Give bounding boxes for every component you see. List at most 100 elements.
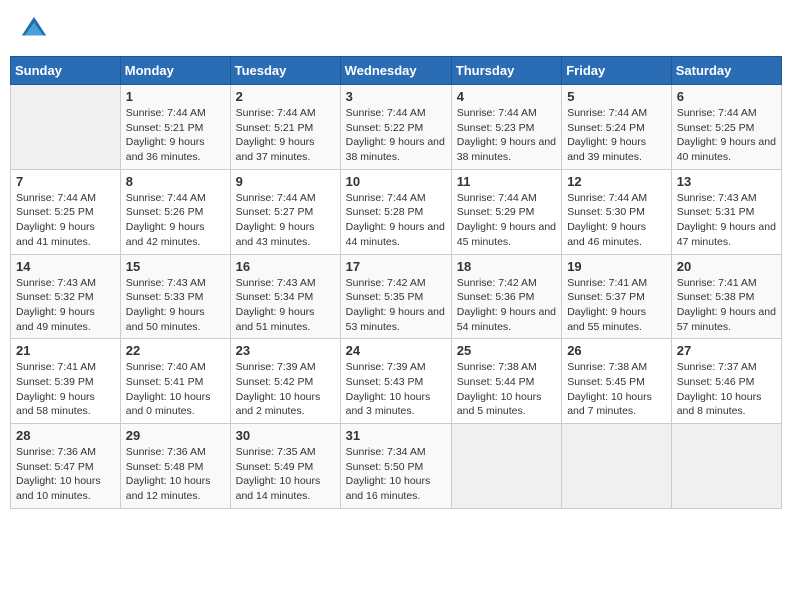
calendar-week-row: 1 Sunrise: 7:44 AMSunset: 5:21 PMDaylight… xyxy=(11,85,782,170)
day-number: 1 xyxy=(126,89,225,104)
day-detail: Sunrise: 7:44 AMSunset: 5:28 PMDaylight:… xyxy=(346,191,446,250)
day-number: 23 xyxy=(236,343,335,358)
calendar-cell: 9 Sunrise: 7:44 AMSunset: 5:27 PMDaylight… xyxy=(230,169,340,254)
calendar-cell: 28 Sunrise: 7:36 AMSunset: 5:47 PMDayligh… xyxy=(11,424,121,509)
day-detail: Sunrise: 7:44 AMSunset: 5:25 PMDaylight:… xyxy=(16,191,115,250)
weekday-header: Friday xyxy=(562,57,672,85)
day-detail: Sunrise: 7:43 AMSunset: 5:33 PMDaylight:… xyxy=(126,276,225,335)
page-header xyxy=(10,10,782,48)
day-number: 25 xyxy=(457,343,556,358)
day-number: 12 xyxy=(567,174,666,189)
calendar-cell: 15Sunrise: 7:43 AMSunset: 5:33 PMDayligh… xyxy=(120,254,230,339)
day-detail: Sunrise: 7:40 AMSunset: 5:41 PMDaylight:… xyxy=(126,360,225,419)
day-detail: Sunrise: 7:39 AMSunset: 5:42 PMDaylight:… xyxy=(236,360,335,419)
calendar-cell: 2 Sunrise: 7:44 AMSunset: 5:21 PMDaylight… xyxy=(230,85,340,170)
day-detail: Sunrise: 7:41 AMSunset: 5:39 PMDaylight:… xyxy=(16,360,115,419)
day-detail: Sunrise: 7:44 AMSunset: 5:21 PMDaylight:… xyxy=(236,106,335,165)
day-number: 28 xyxy=(16,428,115,443)
day-detail: Sunrise: 7:37 AMSunset: 5:46 PMDaylight:… xyxy=(677,360,776,419)
day-number: 10 xyxy=(346,174,446,189)
weekday-header: Sunday xyxy=(11,57,121,85)
day-number: 2 xyxy=(236,89,335,104)
calendar-cell: 1 Sunrise: 7:44 AMSunset: 5:21 PMDaylight… xyxy=(120,85,230,170)
day-number: 26 xyxy=(567,343,666,358)
day-detail: Sunrise: 7:42 AMSunset: 5:35 PMDaylight:… xyxy=(346,276,446,335)
calendar-cell xyxy=(451,424,561,509)
calendar-cell xyxy=(671,424,781,509)
calendar-cell: 16 Sunrise: 7:43 AMSunset: 5:34 PMDayligh… xyxy=(230,254,340,339)
day-detail: Sunrise: 7:44 AMSunset: 5:22 PMDaylight:… xyxy=(346,106,446,165)
day-detail: Sunrise: 7:44 AMSunset: 5:29 PMDaylight:… xyxy=(457,191,556,250)
calendar-cell xyxy=(11,85,121,170)
calendar-header-row: SundayMondayTuesdayWednesdayThursdayFrid… xyxy=(11,57,782,85)
day-number: 31 xyxy=(346,428,446,443)
day-number: 19 xyxy=(567,259,666,274)
calendar-cell: 21 Sunrise: 7:41 AMSunset: 5:39 PMDayligh… xyxy=(11,339,121,424)
day-detail: Sunrise: 7:34 AMSunset: 5:50 PMDaylight:… xyxy=(346,445,446,504)
day-number: 30 xyxy=(236,428,335,443)
calendar-cell: 24 Sunrise: 7:39 AMSunset: 5:43 PMDayligh… xyxy=(340,339,451,424)
day-number: 6 xyxy=(677,89,776,104)
calendar-cell: 18Sunrise: 7:42 AMSunset: 5:36 PMDayligh… xyxy=(451,254,561,339)
calendar-cell: 19Sunrise: 7:41 AMSunset: 5:37 PMDayligh… xyxy=(562,254,672,339)
day-number: 9 xyxy=(236,174,335,189)
day-number: 17 xyxy=(346,259,446,274)
calendar-week-row: 14 Sunrise: 7:43 AMSunset: 5:32 PMDayligh… xyxy=(11,254,782,339)
weekday-header: Saturday xyxy=(671,57,781,85)
weekday-header: Thursday xyxy=(451,57,561,85)
day-detail: Sunrise: 7:44 AMSunset: 5:27 PMDaylight:… xyxy=(236,191,335,250)
weekday-header: Tuesday xyxy=(230,57,340,85)
calendar-week-row: 28 Sunrise: 7:36 AMSunset: 5:47 PMDayligh… xyxy=(11,424,782,509)
calendar-week-row: 21 Sunrise: 7:41 AMSunset: 5:39 PMDayligh… xyxy=(11,339,782,424)
calendar-cell: 10 Sunrise: 7:44 AMSunset: 5:28 PMDayligh… xyxy=(340,169,451,254)
day-number: 21 xyxy=(16,343,115,358)
day-number: 13 xyxy=(677,174,776,189)
day-detail: Sunrise: 7:44 AMSunset: 5:30 PMDaylight:… xyxy=(567,191,666,250)
calendar-cell: 3 Sunrise: 7:44 AMSunset: 5:22 PMDaylight… xyxy=(340,85,451,170)
day-number: 11 xyxy=(457,174,556,189)
day-detail: Sunrise: 7:36 AMSunset: 5:48 PMDaylight:… xyxy=(126,445,225,504)
calendar-cell: 8Sunrise: 7:44 AMSunset: 5:26 PMDaylight… xyxy=(120,169,230,254)
calendar-cell: 11 Sunrise: 7:44 AMSunset: 5:29 PMDayligh… xyxy=(451,169,561,254)
day-number: 24 xyxy=(346,343,446,358)
day-number: 20 xyxy=(677,259,776,274)
day-number: 3 xyxy=(346,89,446,104)
calendar-cell: 27 Sunrise: 7:37 AMSunset: 5:46 PMDayligh… xyxy=(671,339,781,424)
day-number: 16 xyxy=(236,259,335,274)
day-detail: Sunrise: 7:36 AMSunset: 5:47 PMDaylight:… xyxy=(16,445,115,504)
calendar-cell: 14 Sunrise: 7:43 AMSunset: 5:32 PMDayligh… xyxy=(11,254,121,339)
calendar-cell: 26 Sunrise: 7:38 AMSunset: 5:45 PMDayligh… xyxy=(562,339,672,424)
day-number: 14 xyxy=(16,259,115,274)
calendar-cell: 25 Sunrise: 7:38 AMSunset: 5:44 PMDayligh… xyxy=(451,339,561,424)
calendar-cell xyxy=(562,424,672,509)
day-number: 29 xyxy=(126,428,225,443)
day-detail: Sunrise: 7:44 AMSunset: 5:21 PMDaylight:… xyxy=(126,106,225,165)
day-number: 7 xyxy=(16,174,115,189)
day-detail: Sunrise: 7:43 AMSunset: 5:32 PMDaylight:… xyxy=(16,276,115,335)
day-number: 27 xyxy=(677,343,776,358)
calendar-cell: 7 Sunrise: 7:44 AMSunset: 5:25 PMDaylight… xyxy=(11,169,121,254)
calendar-cell: 29 Sunrise: 7:36 AMSunset: 5:48 PMDayligh… xyxy=(120,424,230,509)
calendar-cell: 4Sunrise: 7:44 AMSunset: 5:23 PMDaylight… xyxy=(451,85,561,170)
day-detail: Sunrise: 7:38 AMSunset: 5:45 PMDaylight:… xyxy=(567,360,666,419)
calendar-cell: 31 Sunrise: 7:34 AMSunset: 5:50 PMDayligh… xyxy=(340,424,451,509)
calendar-cell: 22 Sunrise: 7:40 AMSunset: 5:41 PMDayligh… xyxy=(120,339,230,424)
day-number: 8 xyxy=(126,174,225,189)
day-detail: Sunrise: 7:39 AMSunset: 5:43 PMDaylight:… xyxy=(346,360,446,419)
calendar-week-row: 7 Sunrise: 7:44 AMSunset: 5:25 PMDaylight… xyxy=(11,169,782,254)
calendar-cell: 13 Sunrise: 7:43 AMSunset: 5:31 PMDayligh… xyxy=(671,169,781,254)
calendar-cell: 20 Sunrise: 7:41 AMSunset: 5:38 PMDayligh… xyxy=(671,254,781,339)
day-detail: Sunrise: 7:43 AMSunset: 5:31 PMDaylight:… xyxy=(677,191,776,250)
calendar-cell: 6Sunrise: 7:44 AMSunset: 5:25 PMDaylight… xyxy=(671,85,781,170)
logo-icon xyxy=(20,15,48,43)
day-detail: Sunrise: 7:44 AMSunset: 5:24 PMDaylight:… xyxy=(567,106,666,165)
day-detail: Sunrise: 7:38 AMSunset: 5:44 PMDaylight:… xyxy=(457,360,556,419)
calendar-cell: 5Sunrise: 7:44 AMSunset: 5:24 PMDaylight… xyxy=(562,85,672,170)
logo xyxy=(20,15,50,43)
day-detail: Sunrise: 7:41 AMSunset: 5:38 PMDaylight:… xyxy=(677,276,776,335)
day-detail: Sunrise: 7:43 AMSunset: 5:34 PMDaylight:… xyxy=(236,276,335,335)
day-number: 22 xyxy=(126,343,225,358)
day-detail: Sunrise: 7:42 AMSunset: 5:36 PMDaylight:… xyxy=(457,276,556,335)
day-detail: Sunrise: 7:44 AMSunset: 5:23 PMDaylight:… xyxy=(457,106,556,165)
calendar-cell: 12 Sunrise: 7:44 AMSunset: 5:30 PMDayligh… xyxy=(562,169,672,254)
